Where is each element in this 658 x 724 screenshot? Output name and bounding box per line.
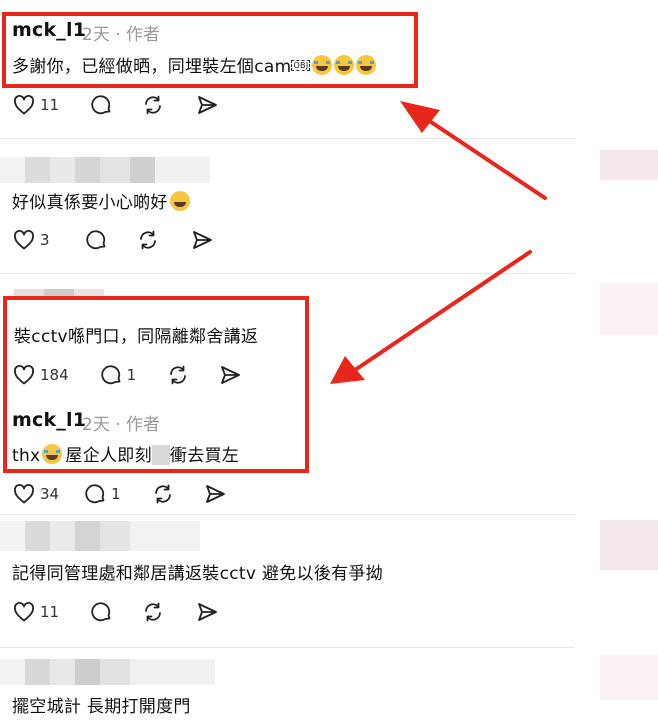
arrow-line [353, 250, 532, 372]
comment-text: 記得同管理處和鄰居講返裝cctv 避免以後有爭拗 [12, 564, 384, 584]
heart-icon [14, 230, 34, 250]
separator [0, 647, 575, 648]
repost-button[interactable] [141, 599, 165, 625]
arrow-line [423, 116, 547, 200]
heart-icon [14, 602, 34, 622]
repost-icon [145, 602, 161, 622]
blurred-side-avatar [600, 283, 658, 335]
blurred-side-avatar [600, 520, 658, 570]
heart-icon [14, 95, 34, 115]
blurred-side-avatar [600, 655, 658, 700]
separator [0, 273, 575, 274]
repost-button[interactable] [136, 227, 160, 253]
separator [0, 138, 575, 139]
reply-button[interactable] [89, 92, 113, 118]
share-button[interactable] [203, 481, 227, 507]
like-button[interactable]: 11 [12, 599, 59, 625]
blurred-username [0, 521, 200, 551]
repost-icon [145, 95, 161, 115]
repost-icon [139, 230, 156, 250]
send-icon [205, 485, 225, 503]
comment-bubble-icon [91, 602, 111, 622]
reply-button[interactable]: 1 [83, 481, 121, 507]
highlight-box [2, 12, 418, 88]
like-button[interactable]: 11 [12, 92, 59, 118]
comment-text: 好似真係要小心啲好 [12, 188, 190, 213]
comment-text: 擺空城計 長期打開度門 [12, 697, 191, 717]
blurred-side-avatar [600, 150, 658, 180]
comment-bubble-icon [91, 95, 111, 115]
arrow-head [400, 101, 440, 133]
comment-bubble-icon [85, 230, 105, 250]
share-button[interactable] [195, 92, 219, 118]
share-button[interactable] [190, 227, 214, 253]
like-count: 11 [40, 603, 60, 621]
send-icon [198, 96, 217, 114]
repost-button[interactable] [151, 481, 175, 507]
grinning-face-emoji [169, 191, 190, 211]
like-count: 11 [40, 96, 60, 114]
comment-actions: 34 1 [12, 481, 227, 507]
comment-actions: 11 [12, 599, 219, 625]
repost-icon [154, 484, 171, 504]
comment-bubble-icon [85, 484, 105, 504]
reply-count: 1 [111, 485, 121, 503]
share-button[interactable] [195, 599, 219, 625]
like-count: 34 [40, 485, 60, 503]
blurred-username [0, 157, 210, 183]
comment-actions: 11 [12, 92, 219, 118]
send-icon [192, 231, 212, 249]
send-icon [198, 603, 217, 621]
blurred-username [0, 659, 215, 685]
like-count: 3 [40, 231, 50, 249]
separator [0, 514, 575, 515]
reply-button[interactable] [84, 227, 108, 253]
comment-actions: 3 [12, 227, 214, 253]
reply-button[interactable] [89, 599, 113, 625]
like-button[interactable]: 34 [12, 481, 59, 507]
highlight-box [3, 296, 309, 473]
like-button[interactable]: 3 [12, 227, 50, 253]
arrow-head [330, 356, 365, 384]
repost-button[interactable] [141, 92, 165, 118]
heart-icon [14, 484, 34, 504]
